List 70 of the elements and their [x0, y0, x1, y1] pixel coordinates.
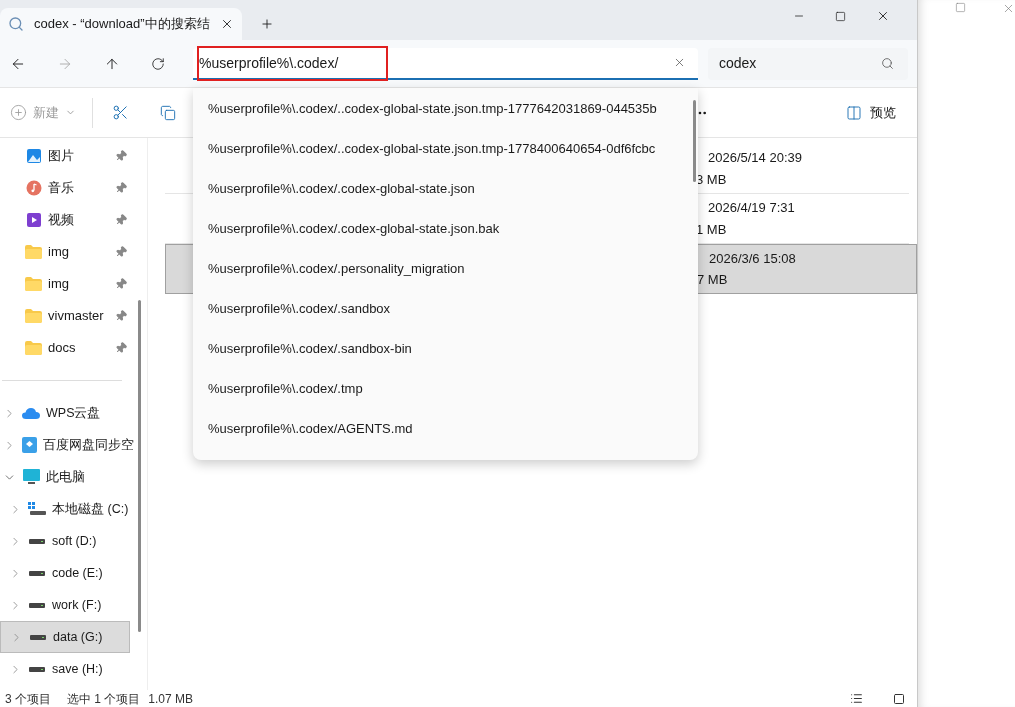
pictures-icon — [25, 148, 42, 164]
file-date: 2026/5/14 20:39 — [707, 149, 803, 167]
system-drive-icon — [28, 502, 46, 516]
tree-item[interactable]: WPS云盘 — [0, 397, 130, 429]
folder-icon — [25, 277, 42, 291]
tree-item[interactable]: data (G:) — [0, 621, 130, 653]
tree-item[interactable]: work (F:) — [0, 589, 130, 621]
search-icon — [8, 16, 24, 32]
sidebar-item[interactable]: vivmaster — [0, 300, 147, 332]
drive-icon — [29, 666, 45, 672]
preview-button[interactable]: 预览 — [846, 102, 896, 123]
refresh-icon[interactable] — [151, 56, 165, 71]
copy-icon[interactable] — [160, 104, 176, 121]
suggestion-item[interactable]: %userprofile%\.codex/.sandbox-bin — [193, 329, 698, 369]
details-view-icon[interactable] — [850, 692, 863, 705]
search-text: codex — [719, 54, 758, 73]
search-field[interactable]: codex — [708, 47, 908, 80]
drive-icon — [30, 634, 46, 640]
sync-folder-icon — [22, 437, 37, 453]
cut-icon[interactable] — [112, 104, 129, 121]
tiles-view-icon[interactable] — [893, 692, 905, 705]
tree-item[interactable]: soft (D:) — [0, 525, 130, 557]
maximize-icon[interactable] — [835, 10, 846, 22]
tree-item[interactable]: 此电脑 — [0, 461, 130, 493]
computer-icon — [22, 469, 40, 485]
address-field[interactable]: %userprofile%\.codex/ — [193, 47, 698, 80]
maximize-icon[interactable] — [955, 2, 966, 13]
folder-icon — [25, 245, 42, 259]
sidebar-item[interactable]: img — [0, 268, 147, 300]
sidebar-item[interactable]: 视频 — [0, 204, 147, 236]
new-tab-icon[interactable] — [259, 17, 274, 31]
tree-item[interactable]: save (H:) — [0, 653, 130, 685]
cloud-icon — [22, 407, 40, 419]
address-text: %userprofile%\.codex/ — [199, 53, 339, 73]
file-date: 2026/3/6 15:08 — [708, 249, 797, 268]
suggestion-item[interactable]: %userprofile%\.codex/..codex-global-state.json.tmp-1777642031869-044535b — [193, 89, 698, 129]
drive-icon — [29, 570, 45, 576]
suggestion-item[interactable]: %userprofile%\.codex/.sandbox — [193, 289, 698, 329]
suggestion-item[interactable]: %userprofile%\.codex/.personality_migration — [193, 249, 698, 289]
plus-icon — [10, 104, 27, 121]
drive-icon — [29, 602, 45, 608]
preview-pane-icon — [846, 104, 862, 121]
video-icon — [25, 212, 42, 228]
tab[interactable]: codex - “download”中的搜索结 — [0, 8, 242, 40]
drive-icon — [29, 538, 45, 544]
tree-item[interactable]: code (E:) — [0, 557, 130, 589]
suggestion-item[interactable]: %userprofile%\.codex/..codex-global-state.json.tmp-1778400640654-0df6fcbc — [193, 129, 698, 169]
close-icon[interactable] — [876, 9, 890, 23]
scrollbar[interactable] — [693, 100, 696, 182]
suggestion-item[interactable]: %userprofile%\.codex/AGENTS.md — [193, 409, 698, 449]
sidebar-item[interactable]: docs — [0, 332, 147, 364]
tree-item[interactable]: 本地磁盘 (C:) — [0, 493, 130, 525]
selection-info: 选中 1 个项目 — [67, 690, 141, 707]
suggestion-item[interactable]: %userprofile%\.codex/.codex-global-state.json — [193, 169, 698, 209]
scrollbar[interactable] — [138, 300, 141, 632]
item-count: 3 个项目 — [5, 690, 51, 707]
sidebar-item[interactable]: 音乐 — [0, 172, 147, 204]
clear-icon[interactable] — [673, 56, 686, 69]
sidebar-item[interactable]: 图片 — [0, 140, 147, 172]
sidebar-item[interactable]: img — [0, 236, 147, 268]
suggestion-item[interactable]: %userprofile%\.codex/.tmp — [193, 369, 698, 409]
folder-icon — [25, 341, 42, 355]
suggestion-item[interactable]: %userprofile%\.codex/.codex-global-state.json.bak — [193, 209, 698, 249]
music-icon — [25, 180, 42, 196]
folder-icon — [25, 309, 42, 323]
search-icon[interactable] — [881, 57, 894, 70]
selection-size: 1.07 MB — [148, 690, 194, 707]
file-date: 2026/4/19 7:31 — [707, 199, 796, 217]
tab-title: codex - “download”中的搜索结 — [34, 15, 210, 34]
file-size: 7 MB — [697, 271, 729, 289]
